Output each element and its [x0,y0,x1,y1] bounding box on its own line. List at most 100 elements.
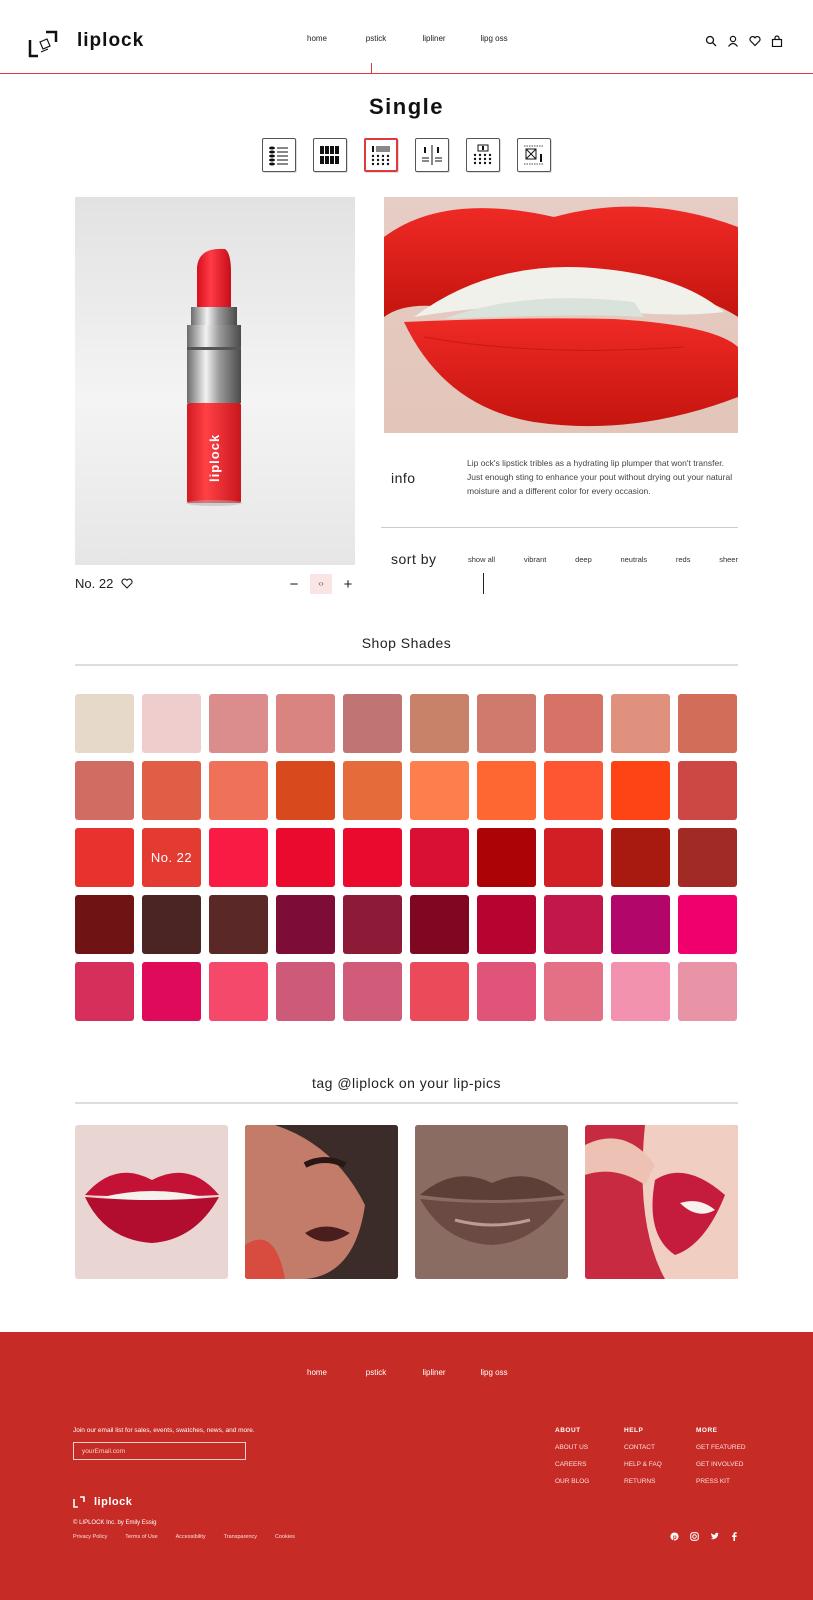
pinterest-icon[interactable]: p [670,1532,679,1541]
wishlist-heart-icon[interactable] [749,35,761,47]
shade-swatch[interactable] [544,694,603,753]
shade-swatch[interactable] [477,761,536,820]
shade-swatch[interactable] [75,962,134,1021]
shade-swatch[interactable] [611,895,670,954]
sort-vibrant[interactable]: vibrant [524,555,547,564]
shade-swatch[interactable] [410,694,469,753]
shade-swatch[interactable] [75,828,134,887]
shade-swatch[interactable] [209,962,268,1021]
facebook-icon[interactable] [730,1532,739,1541]
shade-swatch[interactable] [75,895,134,954]
shade-swatch[interactable] [544,761,603,820]
shade-swatch[interactable] [209,694,268,753]
footer-link[interactable]: CAREERS [555,1461,589,1468]
footer-link[interactable]: GET FEATURED [696,1444,746,1451]
shade-swatch[interactable] [343,761,402,820]
nav-lipgloss[interactable]: lipg oss [480,34,507,43]
shade-swatch[interactable] [611,761,670,820]
shade-swatch[interactable] [142,895,201,954]
shade-swatch[interactable] [209,828,268,887]
shade-swatch[interactable] [477,962,536,1021]
sort-sheer[interactable]: sheer [719,555,738,564]
shade-swatch[interactable] [276,962,335,1021]
increase-quantity-button[interactable]: + [342,576,354,593]
shade-swatch[interactable] [611,828,670,887]
shade-swatch[interactable] [276,895,335,954]
shade-swatch[interactable] [410,962,469,1021]
view-list-button[interactable] [262,138,296,172]
shade-swatch[interactable] [678,828,737,887]
shade-swatch[interactable] [678,761,737,820]
legal-link[interactable]: Privacy Policy [73,1534,107,1540]
newsletter-email-input[interactable]: yourEmail.com [73,1442,246,1460]
shade-swatch[interactable] [276,761,335,820]
account-icon[interactable] [727,35,739,47]
shade-swatch[interactable] [611,694,670,753]
legal-link[interactable]: Cookies [275,1534,295,1540]
footer-nav-lipstick[interactable]: pstick [366,1368,386,1377]
sort-deep[interactable]: deep [575,555,592,564]
gallery-photo-glam-face[interactable] [245,1125,398,1279]
footer-link[interactable]: OUR BLOG [555,1478,589,1485]
view-grid-large-button[interactable] [313,138,347,172]
footer-link[interactable]: GET INVOLVED [696,1461,746,1468]
shade-swatch[interactable] [544,895,603,954]
shade-swatch[interactable] [343,828,402,887]
shade-swatch[interactable] [678,962,737,1021]
shade-swatch[interactable] [678,895,737,954]
shade-swatch[interactable] [142,761,201,820]
instagram-icon[interactable] [690,1532,699,1541]
quantity-value[interactable]: ‹› [310,574,332,594]
shade-swatch[interactable] [410,895,469,954]
gallery-photo-gloss-lips[interactable] [415,1125,568,1279]
sort-neutrals[interactable]: neutrals [620,555,647,564]
shade-swatch[interactable] [611,962,670,1021]
nav-home[interactable]: home [307,34,327,43]
sort-reds[interactable]: reds [676,555,691,564]
view-swatch-grid-button[interactable] [466,138,500,172]
favorite-heart-icon[interactable] [121,578,133,589]
shade-swatch[interactable] [75,694,134,753]
view-detail-list-button[interactable] [364,138,398,172]
footer-link[interactable]: ABOUT US [555,1444,589,1451]
footer-nav-lipliner[interactable]: lipliner [422,1368,445,1377]
shade-swatch[interactable] [276,828,335,887]
shade-swatch[interactable] [477,828,536,887]
shade-swatch[interactable] [343,962,402,1021]
view-compare-button[interactable] [415,138,449,172]
shade-swatch[interactable] [544,962,603,1021]
footer-brand[interactable]: liplock [73,1496,132,1508]
shade-swatch[interactable] [209,895,268,954]
shade-swatch[interactable] [142,962,201,1021]
footer-link[interactable]: HELP & FAQ [624,1461,662,1468]
view-photo-button[interactable] [517,138,551,172]
twitter-icon[interactable] [710,1532,719,1541]
shade-swatch[interactable] [410,761,469,820]
shade-swatch[interactable] [410,828,469,887]
search-icon[interactable] [705,35,717,47]
shade-swatch[interactable] [276,694,335,753]
footer-nav-lipgloss[interactable]: lipg oss [480,1368,507,1377]
footer-link[interactable]: RETURNS [624,1478,662,1485]
shade-swatch[interactable] [343,694,402,753]
shopping-bag-icon[interactable] [771,35,783,47]
shade-swatch-selected[interactable]: No. 22 [142,828,201,887]
shade-swatch[interactable] [477,694,536,753]
shade-swatch[interactable] [544,828,603,887]
shade-swatch[interactable] [678,694,737,753]
nav-lipliner[interactable]: lipliner [422,34,445,43]
legal-link[interactable]: Transparency [224,1534,257,1540]
decrease-quantity-button[interactable]: − [288,576,300,593]
footer-nav-home[interactable]: home [307,1368,327,1377]
shade-swatch[interactable] [209,761,268,820]
shade-swatch[interactable] [343,895,402,954]
shade-swatch[interactable] [75,761,134,820]
legal-link[interactable]: Terms of Use [125,1534,157,1540]
legal-link[interactable]: Accessibility [176,1534,206,1540]
gallery-photo-red-lips[interactable] [75,1125,228,1279]
nav-lipstick[interactable]: pstick [366,34,386,43]
sort-show-all[interactable]: show all [468,555,495,564]
footer-link[interactable]: CONTACT [624,1444,662,1451]
shade-swatch[interactable] [477,895,536,954]
footer-link[interactable]: PRESS KIT [696,1478,746,1485]
